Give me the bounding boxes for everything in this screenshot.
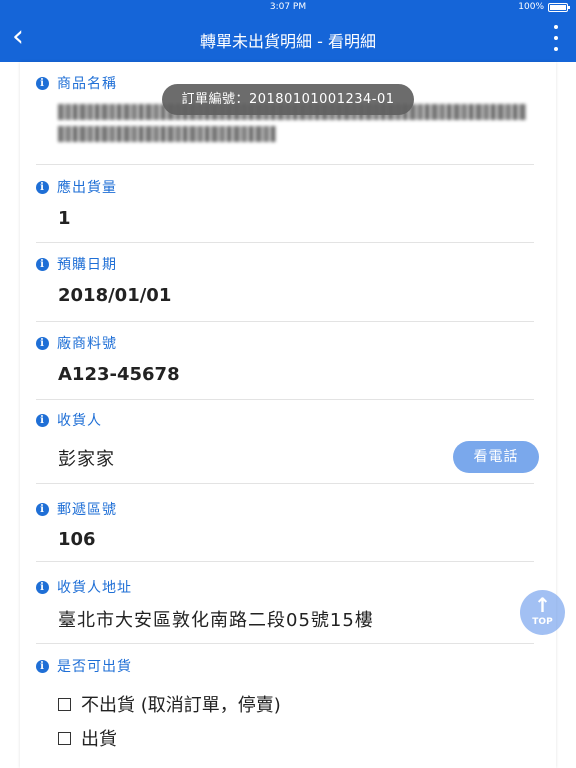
order-number-toast: 訂單編號：20180101001234-01 <box>162 84 414 115</box>
field-quantity: i 應出貨量 1 <box>36 165 534 243</box>
shippable-options: 不出貨 (取消訂單，停賣) 出貨 <box>58 687 281 755</box>
option-ship[interactable]: 出貨 <box>58 721 281 755</box>
status-bar: 3:07 PM 100% <box>0 0 576 14</box>
quantity-value: 1 <box>58 208 71 229</box>
info-icon: i <box>36 580 49 594</box>
field-label: i 商品名稱 <box>36 73 117 93</box>
vendor-code-value: A123-45678 <box>58 364 180 385</box>
top-label: TOP <box>532 617 553 627</box>
option-label: 出貨 <box>81 729 117 750</box>
info-icon: i <box>36 257 49 271</box>
field-label: i 預購日期 <box>36 254 117 274</box>
label-text: 是否可出貨 <box>57 659 132 675</box>
option-label: 不出貨 (取消訂單，停賣) <box>81 695 281 716</box>
field-label: i 是否可出貨 <box>36 656 132 676</box>
label-text: 郵遞區號 <box>57 502 117 518</box>
field-postal-code: i 郵遞區號 106 <box>36 484 534 562</box>
detail-card: i 商品名稱 i 應出貨量 1 i 預購日期 2018/01/01 i 廠商料號… <box>20 62 556 768</box>
field-vendor-code: i 廠商料號 A123-45678 <box>36 322 534 400</box>
status-time: 3:07 PM <box>269 2 307 12</box>
battery-percent: 100% <box>518 2 544 12</box>
view-phone-button[interactable]: 看電話 <box>453 441 539 473</box>
nav-bar: ‹ 轉單未出貨明細 - 看明細 <box>0 14 576 62</box>
field-address: i 收貨人地址 臺北市大安區敦化南路二段05號15樓 <box>36 562 534 644</box>
field-label: i 應出貨量 <box>36 177 117 197</box>
arrow-up-icon: ↑ <box>534 593 551 617</box>
page-title: 轉單未出貨明細 - 看明細 <box>200 32 376 51</box>
info-icon: i <box>36 76 49 90</box>
address-value: 臺北市大安區敦化南路二段05號15樓 <box>58 610 374 631</box>
info-icon: i <box>36 180 49 194</box>
info-icon: i <box>36 659 49 673</box>
label-text: 收貨人地址 <box>57 580 132 596</box>
field-recipient: i 收貨人 彭家家 看電話 <box>36 400 539 484</box>
field-label: i 郵遞區號 <box>36 499 117 519</box>
scroll-top-button[interactable]: ↑ TOP <box>520 590 565 635</box>
info-icon: i <box>36 413 49 427</box>
label-text: 廠商料號 <box>57 336 117 352</box>
info-icon: i <box>36 336 49 350</box>
recipient-value: 彭家家 <box>58 449 115 470</box>
postal-code-value: 106 <box>58 529 96 550</box>
field-shippable: i 是否可出貨 不出貨 (取消訂單，停賣) 出貨 <box>36 644 534 768</box>
checkbox[interactable] <box>58 731 71 745</box>
label-text: 商品名稱 <box>57 76 117 92</box>
battery-indicator: 100% <box>518 2 570 12</box>
field-label: i 收貨人地址 <box>36 577 132 597</box>
label-text: 收貨人 <box>57 413 102 429</box>
checkbox[interactable] <box>58 697 71 711</box>
label-text: 預購日期 <box>57 257 117 273</box>
more-options-icon[interactable] <box>552 25 560 51</box>
field-label: i 廠商料號 <box>36 333 117 353</box>
label-text: 應出貨量 <box>57 180 117 196</box>
back-icon[interactable]: ‹ <box>12 22 40 54</box>
field-label: i 收貨人 <box>36 410 102 430</box>
field-order-date: i 預購日期 2018/01/01 <box>36 243 534 322</box>
info-icon: i <box>36 502 49 516</box>
order-date-value: 2018/01/01 <box>58 285 172 306</box>
battery-icon <box>548 2 570 12</box>
option-no-ship[interactable]: 不出貨 (取消訂單，停賣) <box>58 687 281 721</box>
